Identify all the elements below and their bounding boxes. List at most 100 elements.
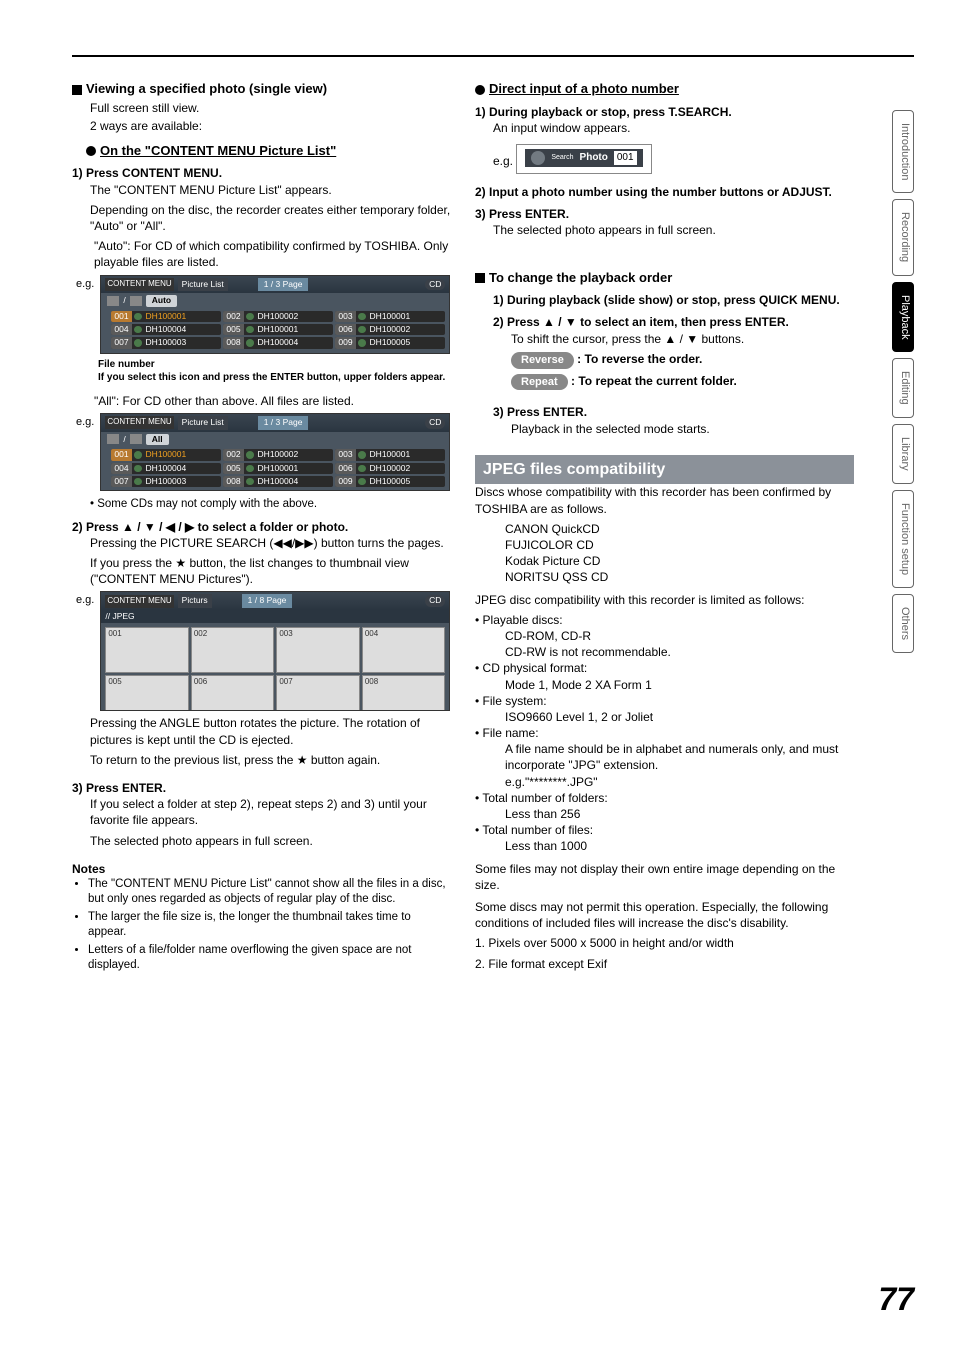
- search-inner: Search Photo 001: [525, 149, 642, 167]
- jpeg-item-body: CD-RW is not recommendable.: [505, 644, 854, 660]
- dstep3-body: The selected photo appears in full scree…: [493, 222, 854, 238]
- corner-label3: CONTENT MENU: [105, 595, 173, 608]
- jpeg-disc: Kodak Picture CD: [505, 553, 854, 569]
- ostep1-title: 1) During playback (slide show) or stop,…: [493, 292, 854, 308]
- jpeg-disc-list: CANON QuickCDFUJICOLOR CDKodak Picture C…: [505, 521, 854, 586]
- corner-label: CONTENT MENU: [105, 278, 173, 291]
- pic-cell: 003DH100001: [335, 311, 445, 322]
- side-tab[interactable]: Introduction: [892, 110, 914, 193]
- thumb-sub: // JPEG: [101, 610, 449, 623]
- jpeg-item-head: • Total number of files:: [475, 822, 854, 838]
- bullet-icon2: [475, 85, 485, 95]
- ostep2-body: To shift the cursor, press the ▲ / ▼ but…: [511, 331, 854, 347]
- bullet-icon: [86, 146, 96, 156]
- photo-label: Photo: [580, 151, 608, 165]
- heading-view-text: Viewing a specified photo (single view): [86, 81, 327, 96]
- file-number-label: File number: [98, 358, 451, 372]
- jpeg-item-body: CD-ROM, CD-R: [505, 628, 854, 644]
- corner-label2: CONTENT MENU: [105, 416, 173, 429]
- folder-up-icon: [107, 296, 119, 306]
- heading-direct-text: Direct input of a photo number: [489, 81, 679, 96]
- jpeg-item-body: ISO9660 Level 1, 2 or Joliet: [505, 709, 854, 725]
- pic-sub-auto: / Auto: [101, 293, 449, 308]
- photo-number: 001: [614, 151, 637, 165]
- folder-icon2: [130, 434, 142, 444]
- step3-p1: If you select a folder at step 2), repea…: [90, 796, 451, 828]
- step2-p4: To return to the previous list, press th…: [90, 752, 451, 768]
- dstep1-body: An input window appears.: [493, 120, 854, 136]
- pic-sub-all: / All: [101, 432, 449, 447]
- thumbnail: 006: [191, 675, 275, 711]
- step2-title: 2) Press ▲ / ▼ / ◀ / ▶ to select a folde…: [72, 519, 451, 535]
- jpeg-item-head: • Playable discs:: [475, 612, 854, 628]
- note-item: Letters of a file/folder name overflowin…: [88, 943, 451, 974]
- note-item: The larger the file size is, the longer …: [88, 910, 451, 941]
- step2-p2: If you press the ★ button, the list chan…: [90, 555, 451, 587]
- step1-auto: "Auto": For CD of which compatibility co…: [94, 238, 451, 270]
- side-tab[interactable]: Recording: [892, 199, 914, 275]
- pic-cell: 003DH100001: [335, 449, 445, 460]
- dstep1-p: An input window appears.: [493, 120, 854, 136]
- thumbnail: 008: [362, 675, 446, 711]
- ostep2-title: 2) Press ▲ / ▼ to select an item, then p…: [493, 314, 854, 330]
- pic-cell: 001DH100001: [111, 311, 221, 322]
- step1-body: The "CONTENT MENU Picture List" appears.…: [90, 182, 451, 271]
- heading-order: To change the playback order: [475, 269, 854, 287]
- reverse-desc: : To reverse the order.: [577, 352, 702, 366]
- jpeg-items: • Playable discs:CD-ROM, CD-RCD-RW is no…: [475, 612, 854, 855]
- picture-list-auto: CONTENT MENU Picture List 1 / 3 Page CD …: [100, 275, 450, 354]
- repeat-row: Repeat : To repeat the current folder.: [511, 373, 854, 391]
- heading-direct: Direct input of a photo number: [475, 80, 854, 98]
- jpeg-item-body: Mode 1, Mode 2 XA Form 1: [505, 677, 854, 693]
- search-window: Search Photo 001: [516, 144, 651, 174]
- step3-p2: The selected photo appears in full scree…: [90, 833, 451, 849]
- top-rule: [72, 55, 914, 57]
- side-tab[interactable]: Library: [892, 424, 914, 484]
- thumb-grid: 001002003004005006007008: [101, 623, 449, 711]
- pic-cell: 004DH100004: [111, 324, 221, 335]
- search-small: Search: [551, 153, 573, 162]
- jpeg-disc: FUJICOLOR CD: [505, 537, 854, 553]
- heading-order-text: To change the playback order: [489, 270, 672, 285]
- picture-list-all: CONTENT MENU Picture List 1 / 3 Page CD …: [100, 413, 450, 491]
- jpeg-c1: 1. Pixels over 5000 x 5000 in height and…: [475, 935, 854, 951]
- pic-cell: 001DH100001: [111, 449, 221, 460]
- step2-body2: Pressing the ANGLE button rotates the pi…: [90, 715, 451, 768]
- thumbnail: 005: [105, 675, 189, 711]
- folder-icon: [130, 296, 142, 306]
- pic-cell: 007DH100003: [111, 476, 221, 487]
- pic-cell: 002DH100002: [223, 449, 333, 460]
- dstep3-title: 3) Press ENTER.: [475, 206, 854, 222]
- step3-body: If you select a folder at step 2), repea…: [90, 796, 451, 849]
- pic-title2: Picture List: [178, 416, 228, 429]
- heading-view: Viewing a specified photo (single view): [72, 80, 451, 98]
- pic-page2: 1 / 3 Page: [258, 416, 309, 429]
- pic-grid-all: 001DH100001002DH100002003DH100001004DH10…: [101, 447, 449, 491]
- eg-label4: e.g.: [493, 154, 513, 168]
- side-tab[interactable]: Function setup: [892, 490, 914, 588]
- cd-badge3: CD: [425, 595, 445, 606]
- ostep3-p: Playback in the selected mode starts.: [511, 421, 854, 437]
- jpeg-c2: 2. File format except Exif: [475, 956, 854, 972]
- jpeg-p2: JPEG disc compatibility with this record…: [475, 592, 854, 608]
- side-tab[interactable]: Playback: [892, 282, 914, 353]
- thumbnail: 003: [276, 627, 360, 673]
- jpeg-heading: JPEG files compatibility: [475, 455, 854, 485]
- step2-body: Pressing the PICTURE SEARCH (◀◀/▶▶) butt…: [90, 535, 451, 588]
- pic-title: Picture List: [178, 278, 228, 291]
- right-column: Direct input of a photo number 1) During…: [475, 80, 854, 976]
- thumbnail: 001: [105, 627, 189, 673]
- pic-cell: 007DH100003: [111, 337, 221, 348]
- side-tab[interactable]: Others: [892, 594, 914, 653]
- dstep1-title: 1) During playback or stop, press T.SEAR…: [475, 104, 854, 120]
- jpeg-disc: NORITSU QSS CD: [505, 569, 854, 585]
- pic-cell: 006DH100002: [335, 463, 445, 474]
- eg-thumb-row: e.g. CONTENT MENU Picturs 1 / 8 Page CD …: [76, 591, 451, 711]
- side-tab[interactable]: Editing: [892, 358, 914, 418]
- thumbnail: 004: [362, 627, 446, 673]
- reverse-row: Reverse : To reverse the order.: [511, 351, 854, 369]
- pic-cell: 002DH100002: [223, 311, 333, 322]
- jpeg-p3: Some files may not display their own ent…: [475, 861, 854, 893]
- square-bullet-icon2: [475, 273, 485, 283]
- step2-p3: Pressing the ANGLE button rotates the pi…: [90, 715, 451, 747]
